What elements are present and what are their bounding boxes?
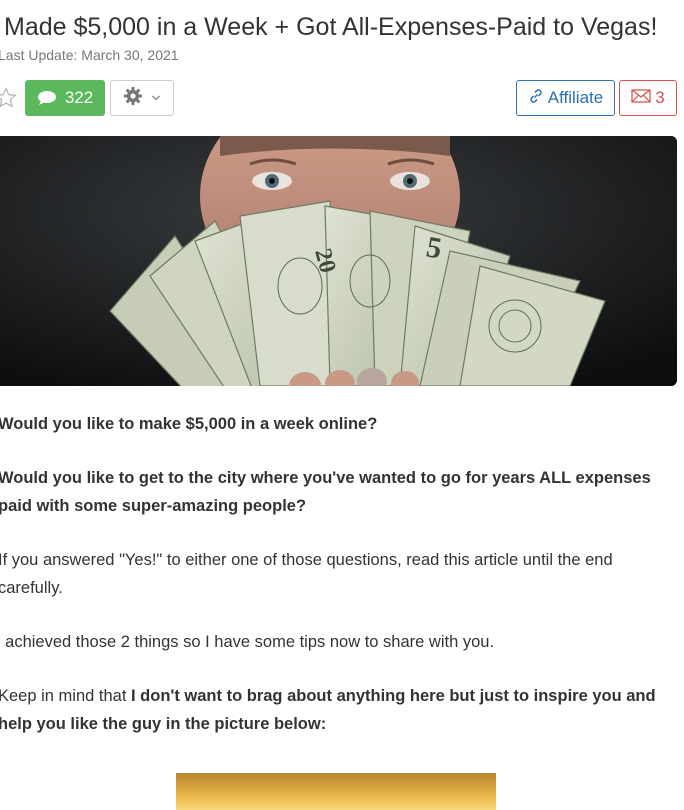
paragraph-inspire: Keep in mind that I don't want to brag a… <box>0 687 656 733</box>
paragraph-question-2: Would you like to get to the city where … <box>0 469 651 515</box>
star-icon[interactable] <box>0 86 18 110</box>
link-icon <box>528 88 544 109</box>
paragraph-question-1: Would you like to make $5,000 in a week … <box>0 415 378 433</box>
last-update-date: Last Update: March 30, 2021 <box>0 47 179 63</box>
hero-image-money-fan: 20 5 <box>0 136 677 386</box>
comments-button[interactable]: 322 <box>25 80 105 116</box>
paragraph-intro: If you answered "Yes!" to either one of … <box>0 551 613 597</box>
article-toolbar: 322 Affiliate 3 <box>0 80 684 116</box>
envelope-icon <box>631 88 651 108</box>
comment-count: 322 <box>64 88 94 107</box>
affiliate-label: Affiliate <box>547 88 604 107</box>
paragraph-achievement: I achieved those 2 things so I have some… <box>0 633 495 651</box>
sunset-image <box>176 773 496 810</box>
comment-bubble-icon <box>37 90 57 106</box>
settings-dropdown-button[interactable] <box>110 80 174 116</box>
messages-button[interactable]: 3 <box>619 80 677 116</box>
affiliate-link-button[interactable]: Affiliate <box>516 80 615 116</box>
chevron-down-icon <box>151 89 161 107</box>
messages-count: 3 <box>655 88 665 107</box>
article-title: Made $5,000 in a Week + Got All-Expenses… <box>4 13 658 41</box>
gear-icon <box>123 86 143 111</box>
